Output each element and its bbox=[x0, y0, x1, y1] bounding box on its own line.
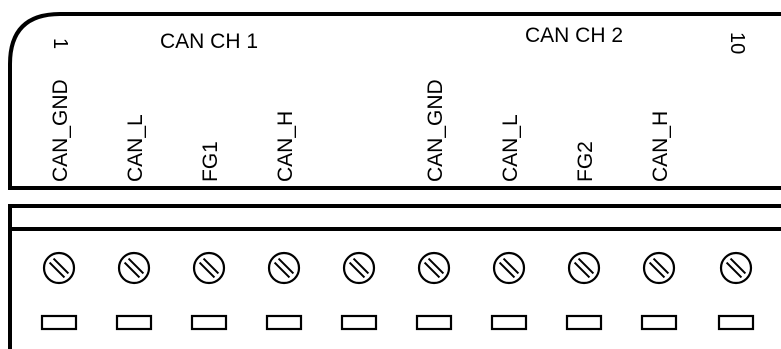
pin-number-last: 10 bbox=[726, 32, 748, 54]
screw-terminal-icon bbox=[719, 251, 753, 285]
pin-label-3: FG1 bbox=[199, 141, 222, 182]
pin-label-8: FG2 bbox=[574, 141, 597, 182]
wire-slot-icon bbox=[40, 314, 78, 331]
wire-slot-icon bbox=[717, 314, 755, 331]
pin-label-7: CAN_L bbox=[499, 114, 522, 182]
wire-slot-icon bbox=[340, 314, 378, 331]
connector-diagram: CAN CH 1 CAN CH 2 1 10 CAN_GND CAN_L FG1 CA… bbox=[8, 12, 781, 349]
wire-slot-icon bbox=[265, 314, 303, 331]
connector-strip-outline bbox=[8, 204, 781, 231]
pin-number-first: 1 bbox=[49, 38, 71, 49]
screw-terminal-icon bbox=[342, 251, 376, 285]
wire-slots bbox=[40, 314, 755, 331]
pin-labels: CAN_GND CAN_L FG1 CAN_H CAN_GND CAN_L FG2 CAN_H bbox=[49, 79, 672, 182]
wire-slot-icon bbox=[490, 314, 528, 331]
screw-terminal-icon bbox=[267, 251, 301, 285]
channel-1-title: CAN CH 1 bbox=[160, 30, 258, 53]
pin-label-6: CAN_GND bbox=[424, 79, 447, 182]
wire-slot-icon bbox=[640, 314, 678, 331]
screw-terminal-icon bbox=[117, 251, 151, 285]
screw-terminals bbox=[42, 251, 753, 285]
screw-terminal-icon bbox=[492, 251, 526, 285]
screw-terminal-icon bbox=[42, 251, 76, 285]
pin-label-4: CAN_H bbox=[274, 111, 297, 182]
screw-terminal-icon bbox=[192, 251, 226, 285]
wire-slot-icon bbox=[415, 314, 453, 331]
wire-slot-icon bbox=[190, 314, 228, 331]
screw-terminal-icon bbox=[567, 251, 601, 285]
screw-terminal-icon bbox=[642, 251, 676, 285]
screw-terminal-icon bbox=[417, 251, 451, 285]
pin-label-1: CAN_GND bbox=[49, 79, 72, 182]
wire-slot-icon bbox=[115, 314, 153, 331]
channel-2-title: CAN CH 2 bbox=[525, 24, 623, 47]
pin-label-9: CAN_H bbox=[649, 111, 672, 182]
wire-slot-icon bbox=[565, 314, 603, 331]
pin-label-2: CAN_L bbox=[124, 114, 147, 182]
terminal-block-outline bbox=[8, 227, 781, 349]
